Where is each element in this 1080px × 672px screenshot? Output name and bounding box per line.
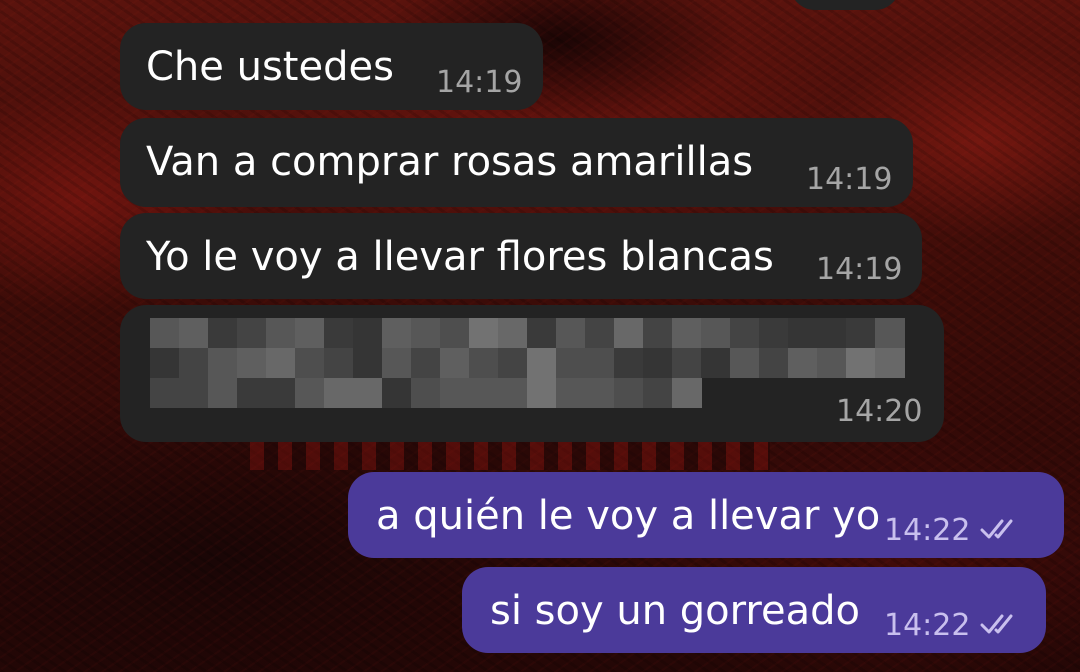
redaction-pixel [730, 318, 760, 348]
redaction-pixel [179, 378, 209, 408]
redaction-pixel [266, 318, 296, 348]
redaction-pixel [817, 348, 847, 378]
redaction-pixel [324, 318, 354, 348]
redaction-pixel [498, 318, 528, 348]
message-text: Che ustedes [146, 44, 394, 90]
redaction-pixel [643, 348, 673, 378]
redaction-pixel [846, 348, 876, 378]
redaction-pixel [150, 378, 180, 408]
redaction-pixel [295, 348, 325, 378]
redaction-pixel [440, 378, 470, 408]
redaction-pixel [208, 348, 238, 378]
redaction-pixel [237, 378, 267, 408]
redaction-pixel [324, 348, 354, 378]
redaction-pixel [556, 318, 586, 348]
message-text: Yo le voy a llevar flores blancas [146, 234, 774, 280]
message-bubble[interactable]: Yo le voy a llevar flores blancas 14:19 [120, 213, 922, 299]
redaction-pixel [179, 348, 209, 378]
redaction-pixel [672, 378, 702, 408]
redaction-pixel [846, 318, 876, 348]
double-check-icon [980, 614, 1013, 634]
redaction-pixel [585, 348, 615, 378]
redaction-pixel [817, 318, 847, 348]
message-time: 14:19 [436, 65, 523, 100]
redaction-pixel [353, 348, 383, 378]
redaction-pixel [353, 378, 383, 408]
redaction-pixel [150, 348, 180, 378]
message-time: 14:22 [884, 608, 971, 643]
redaction-pixel [672, 348, 702, 378]
redaction-pixel [353, 318, 383, 348]
redaction-pixel [498, 378, 528, 408]
redaction-pixel [701, 348, 731, 378]
redaction-pixel [585, 318, 615, 348]
redaction-pixel [150, 318, 180, 348]
message-bubble-partial[interactable] [790, 0, 900, 10]
message-bubble[interactable]: Van a comprar rosas amarillas 14:19 [120, 118, 913, 207]
redaction-pixel [411, 318, 441, 348]
redaction-pixel [614, 378, 644, 408]
redacted-message-content [150, 318, 920, 418]
redaction-pixel [759, 318, 789, 348]
message-bubble-outgoing[interactable]: si soy un gorreado 14:22 [462, 567, 1046, 653]
redaction-pixel [382, 348, 412, 378]
redaction-pixel [614, 318, 644, 348]
message-text: Van a comprar rosas amarillas [146, 139, 754, 185]
redaction-pixel [527, 348, 557, 378]
redaction-pixel [411, 348, 441, 378]
redaction-pixel [382, 318, 412, 348]
redaction-pixel [208, 318, 238, 348]
redaction-pixel [643, 318, 673, 348]
redaction-pixel [614, 348, 644, 378]
redaction-pixel [875, 318, 905, 348]
redaction-pixel [527, 378, 557, 408]
message-time: 14:19 [816, 252, 903, 287]
redaction-pixel [730, 348, 760, 378]
redaction-pixel [440, 318, 470, 348]
redaction-pixel [788, 348, 818, 378]
redaction-pixel [469, 378, 499, 408]
redaction-pixel [237, 318, 267, 348]
redaction-pixel [411, 378, 441, 408]
redaction-pixel [382, 378, 412, 408]
message-text: si soy un gorreado [490, 588, 860, 634]
redaction-pixel [469, 318, 499, 348]
message-time: 14:19 [806, 162, 893, 197]
redaction-pixel [295, 318, 325, 348]
redaction-pixel [585, 378, 615, 408]
message-time: 14:22 [884, 513, 971, 548]
redaction-pixel [179, 318, 209, 348]
redaction-pixel [469, 348, 499, 378]
redaction-pixel [237, 348, 267, 378]
redaction-pixel [556, 348, 586, 378]
redaction-pixel [440, 348, 470, 378]
redaction-pixel [266, 378, 296, 408]
redaction-pixel [643, 378, 673, 408]
message-bubble[interactable]: Che ustedes 14:19 [120, 23, 543, 110]
redaction-pixel [788, 318, 818, 348]
redaction-pixel [527, 318, 557, 348]
redaction-pixel [324, 378, 354, 408]
redaction-pixel [672, 318, 702, 348]
redaction-pixel [701, 318, 731, 348]
redaction-pixel [295, 378, 325, 408]
redaction-pixel [208, 378, 238, 408]
redaction-pixel [556, 378, 586, 408]
double-check-icon [980, 519, 1013, 539]
redaction-pixel [266, 348, 296, 378]
redaction-pixel [759, 348, 789, 378]
redaction-pixel [875, 348, 905, 378]
message-text: a quién le voy a llevar yo [376, 493, 881, 539]
redaction-pixel [498, 348, 528, 378]
message-bubble-outgoing[interactable]: a quién le voy a llevar yo 14:22 [348, 472, 1064, 558]
